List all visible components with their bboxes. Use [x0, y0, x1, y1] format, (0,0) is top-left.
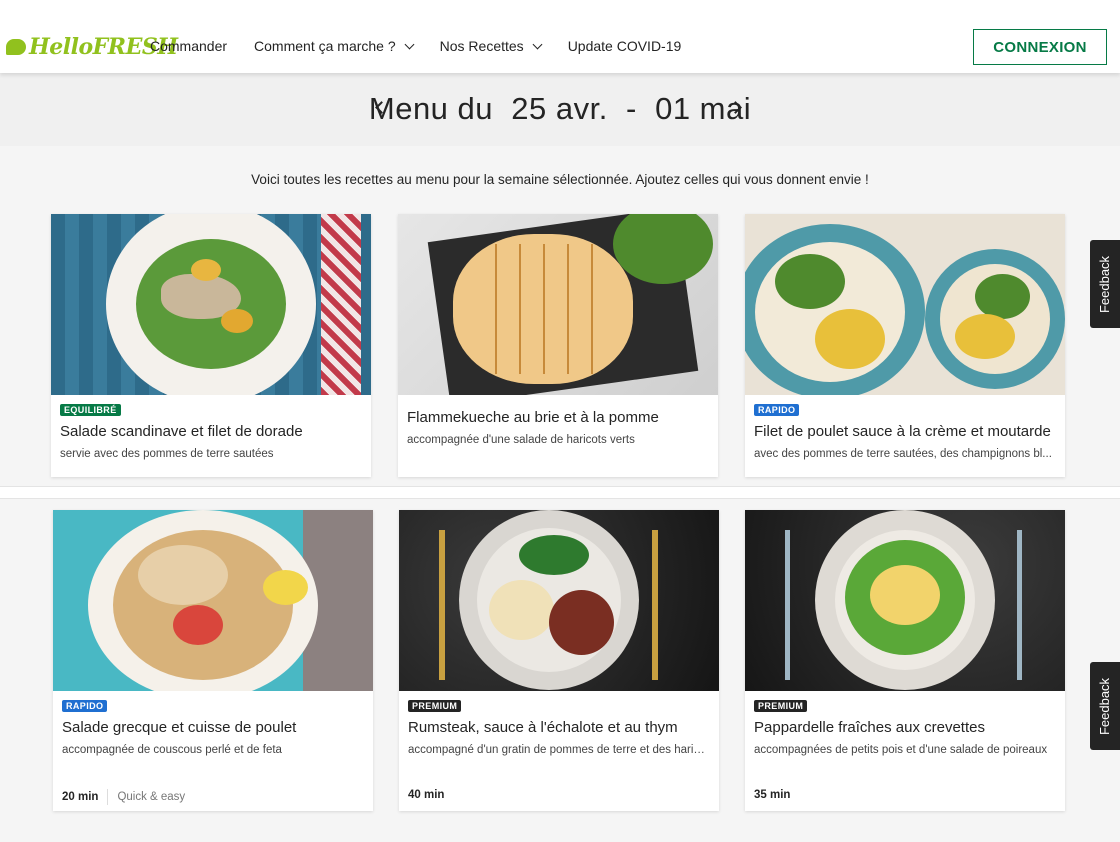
row-divider — [0, 486, 1120, 499]
recipe-card[interactable]: RAPIDO Filet de poulet sauce à la crème … — [745, 214, 1065, 477]
feedback-tab[interactable]: Feedback — [1090, 240, 1120, 328]
feedback-tab[interactable]: Feedback — [1090, 662, 1120, 750]
nav-comment-ca-marche[interactable]: Comment ça marche ? — [254, 38, 415, 54]
feedback-label: Feedback — [1097, 255, 1113, 313]
prep-time: 35 min — [754, 789, 791, 801]
feedback-label: Feedback — [1097, 677, 1113, 735]
recipe-meta: 20 min Quick & easy — [62, 789, 185, 805]
recipe-card[interactable]: EQUILIBRÉ Salade scandinave et filet de … — [51, 214, 371, 477]
recipe-meta: 40 min — [408, 789, 444, 801]
nav-label: Comment ça marche ? — [254, 38, 396, 54]
nav-label: Commander — [150, 38, 228, 54]
intro-text: Voici toutes les recettes au menu pour l… — [251, 172, 869, 187]
chevron-down-icon — [532, 39, 543, 49]
recipe-title: Rumsteak, sauce à l'échalote et au thym — [408, 719, 678, 736]
fish-salad-image — [51, 214, 371, 395]
main-nav: Commander Comment ça marche ? Nos Recett… — [150, 38, 708, 54]
recipe-subtitle: accompagnée d'une salade de haricots ver… — [407, 434, 635, 446]
recipe-title: Pappardelle fraîches aux crevettes — [754, 719, 985, 736]
chevron-down-icon — [404, 39, 415, 49]
recipe-meta: 35 min — [754, 789, 790, 801]
recipe-subtitle: accompagnées de petits pois et d'une sal… — [754, 744, 1048, 756]
flammekueche-image — [398, 214, 718, 395]
chicken-cream-image — [745, 214, 1065, 395]
meta-divider — [107, 789, 109, 805]
login-button[interactable]: CONNEXION — [973, 29, 1107, 65]
nav-label: Nos Recettes — [439, 38, 524, 54]
steak-image — [399, 510, 719, 691]
recipe-card[interactable]: RAPIDO Salade grecque et cuisse de poule… — [53, 510, 373, 811]
recipe-subtitle: accompagnée de couscous perlé et de feta — [62, 744, 282, 756]
badge-premium: PREMIUM — [754, 700, 808, 712]
recipe-card[interactable]: PREMIUM Pappardelle fraîches aux crevett… — [745, 510, 1065, 811]
recipe-subtitle: servie avec des pommes de terre sautées — [60, 448, 274, 460]
recipe-card[interactable]: Flammekueche au brie et à la pomme accom… — [398, 214, 718, 477]
leaf-icon — [6, 39, 26, 55]
recipe-title: Flammekueche au brie et à la pomme — [407, 409, 659, 426]
top-header: HelloFRESH Commander Comment ça marche ?… — [0, 0, 1120, 73]
prep-time: 20 min — [62, 791, 99, 803]
badge-equilibre: EQUILIBRÉ — [60, 404, 121, 416]
recipe-card[interactable]: PREMIUM Rumsteak, sauce à l'échalote et … — [399, 510, 719, 811]
recipe-title: Salade grecque et cuisse de poulet — [62, 719, 297, 736]
week-selector: Menu du 25 avr. - 01 mai — [0, 73, 1120, 146]
week-title: Menu du 25 avr. - 01 mai — [368, 91, 752, 126]
recipe-title: Filet de poulet sauce à la crème et mout… — [754, 423, 1051, 440]
nav-update-covid[interactable]: Update COVID-19 — [568, 38, 682, 54]
pasta-shrimp-image — [745, 510, 1065, 691]
nav-commander[interactable]: Commander — [150, 38, 227, 54]
greek-salad-image — [53, 510, 373, 691]
prep-time: 40 min — [408, 789, 445, 801]
recipe-title: Salade scandinave et filet de dorade — [60, 423, 303, 440]
badge-rapido: RAPIDO — [62, 700, 108, 712]
recipe-subtitle: avec des pommes de terre sautées, des ch… — [754, 448, 1052, 460]
nav-label: Update COVID-19 — [567, 38, 682, 54]
nav-nos-recettes[interactable]: Nos Recettes — [439, 38, 543, 54]
recipe-subtitle: accompagné d'un gratin de pommes de terr… — [408, 744, 710, 756]
recipe-tag: Quick & easy — [117, 791, 186, 803]
badge-rapido: RAPIDO — [754, 404, 800, 416]
badge-premium: PREMIUM — [408, 700, 462, 712]
